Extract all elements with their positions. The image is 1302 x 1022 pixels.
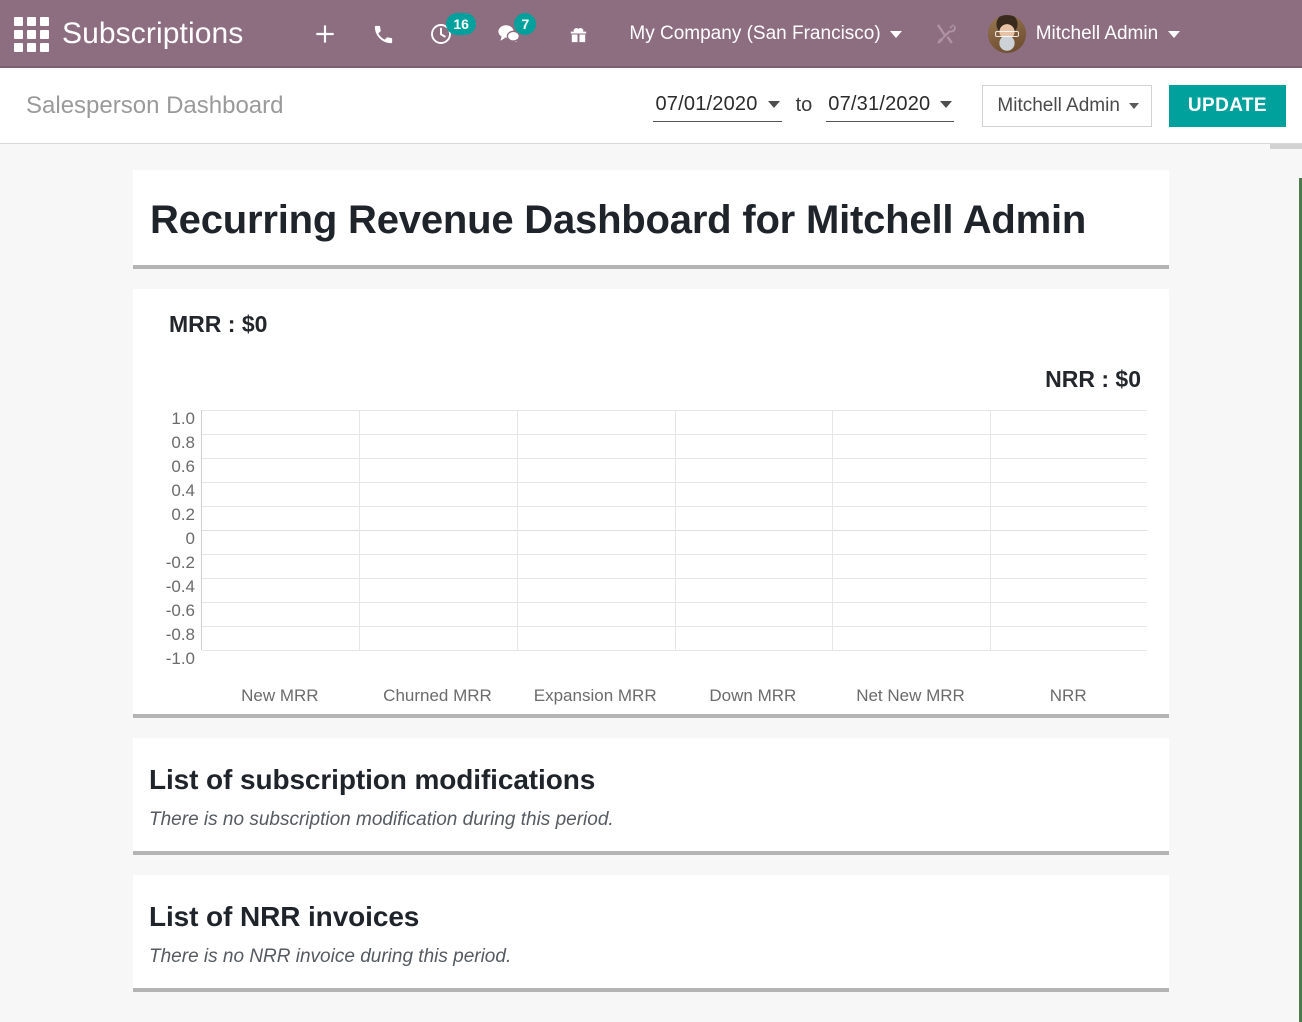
user-menu[interactable]: Mitchell Admin bbox=[974, 15, 1187, 53]
chevron-down-icon bbox=[768, 101, 780, 108]
messages-button[interactable]: 7 bbox=[470, 0, 539, 68]
gift-icon bbox=[567, 23, 590, 46]
phone-icon bbox=[372, 23, 395, 46]
chart-gridline-vertical bbox=[517, 410, 518, 650]
plus-icon bbox=[312, 21, 338, 47]
new-record-button[interactable] bbox=[295, 0, 355, 68]
apps-menu-button[interactable] bbox=[0, 0, 62, 68]
update-button[interactable]: UPDATE bbox=[1169, 85, 1286, 127]
debug-tools-button[interactable] bbox=[916, 21, 974, 47]
dashboard-sheet: Recurring Revenue Dashboard for Mitchell… bbox=[133, 170, 1169, 992]
chevron-down-icon bbox=[1168, 31, 1180, 38]
page-title: Salesperson Dashboard bbox=[26, 92, 284, 120]
date-from-field[interactable]: 07/01/2020 bbox=[653, 90, 781, 122]
chart-gridline-vertical bbox=[990, 410, 991, 650]
mrr-kpi: MRR : $0 bbox=[149, 311, 1153, 338]
control-panel: Salesperson Dashboard 07/01/2020 to 07/3… bbox=[0, 68, 1302, 144]
section-title: List of NRR invoices bbox=[149, 901, 1153, 933]
company-name: My Company (San Francisco) bbox=[629, 23, 880, 45]
dashboard-title: Recurring Revenue Dashboard for Mitchell… bbox=[149, 196, 1153, 245]
chevron-down-icon bbox=[940, 101, 952, 108]
x-tick-label: Net New MRR bbox=[832, 686, 990, 706]
chart-gridline-horizontal bbox=[202, 650, 1147, 651]
chart-plot-area bbox=[201, 410, 1147, 650]
chart-gridline-vertical bbox=[675, 410, 676, 650]
subscription-modifications-card: List of subscription modifications There… bbox=[133, 738, 1169, 855]
x-tick-label: NRR bbox=[989, 686, 1147, 706]
date-range-separator: to bbox=[796, 94, 813, 117]
enterprise-gift-button[interactable] bbox=[539, 0, 607, 68]
scrollbar-cap bbox=[1270, 144, 1302, 149]
x-tick-label: Expansion MRR bbox=[516, 686, 674, 706]
revenue-chart-card: MRR : $0 NRR : $0 1.00.80.60.40.20-0.2-0… bbox=[133, 289, 1169, 718]
chart-x-axis: New MRRChurned MRRExpansion MRRDown MRRN… bbox=[201, 686, 1153, 706]
x-tick-label: Down MRR bbox=[674, 686, 832, 706]
voip-button[interactable] bbox=[355, 0, 412, 68]
dashboard-title-card: Recurring Revenue Dashboard for Mitchell… bbox=[133, 170, 1169, 269]
activities-button[interactable]: 16 bbox=[412, 0, 470, 68]
app-brand-title[interactable]: Subscriptions bbox=[62, 17, 243, 51]
company-switcher[interactable]: My Company (San Francisco) bbox=[607, 23, 915, 45]
date-from-value: 07/01/2020 bbox=[655, 93, 757, 116]
dashboard-content: Recurring Revenue Dashboard for Mitchell… bbox=[0, 144, 1302, 1022]
date-to-value: 07/31/2020 bbox=[828, 93, 930, 116]
apps-grid-icon bbox=[14, 17, 49, 52]
messages-badge: 7 bbox=[514, 13, 536, 35]
chevron-down-icon bbox=[890, 31, 902, 38]
nrr-invoices-card: List of NRR invoices There is no NRR inv… bbox=[133, 875, 1169, 992]
nrr-kpi: NRR : $0 bbox=[149, 366, 1153, 393]
salesperson-select[interactable]: Mitchell Admin bbox=[982, 85, 1152, 127]
salesperson-value: Mitchell Admin bbox=[997, 95, 1120, 117]
x-tick-label: New MRR bbox=[201, 686, 359, 706]
date-to-field[interactable]: 07/31/2020 bbox=[826, 90, 954, 122]
avatar bbox=[988, 15, 1026, 53]
section-empty-message: There is no NRR invoice during this peri… bbox=[149, 946, 1153, 968]
top-navbar: Subscriptions 16 bbox=[0, 0, 1302, 68]
section-empty-message: There is no subscription modification du… bbox=[149, 809, 1153, 831]
chart-y-axis: 1.00.80.60.40.20-0.2-0.4-0.6-0.8-1.0 bbox=[149, 410, 201, 650]
chart-gridline-vertical bbox=[832, 410, 833, 650]
chevron-down-icon bbox=[1129, 103, 1139, 109]
chart-gridline-vertical bbox=[359, 410, 360, 650]
control-panel-filters: 07/01/2020 to 07/31/2020 Mitchell Admin … bbox=[653, 85, 1286, 127]
navbar-actions: 16 7 bbox=[295, 0, 607, 68]
section-title: List of subscription modifications bbox=[149, 764, 1153, 796]
x-tick-label: Churned MRR bbox=[359, 686, 517, 706]
revenue-chart: 1.00.80.60.40.20-0.2-0.4-0.6-0.8-1.0 bbox=[149, 410, 1153, 680]
user-name: Mitchell Admin bbox=[1036, 23, 1159, 45]
tools-wrench-icon bbox=[932, 21, 958, 47]
